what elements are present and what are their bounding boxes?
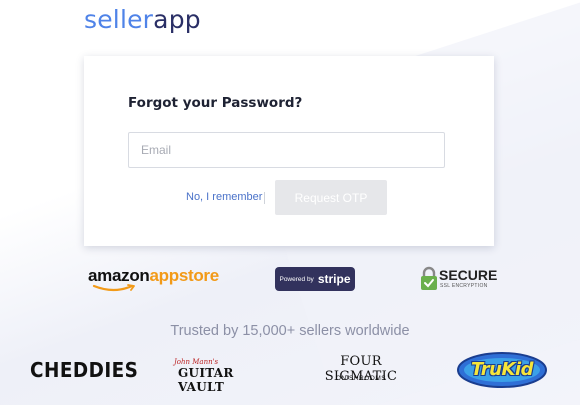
trukid-logo: TruKid xyxy=(456,350,548,390)
powered-by-stripe-badge: Powered by stripe xyxy=(275,267,355,291)
email-field[interactable] xyxy=(128,132,445,168)
cheddies-logo: CHEDDIES xyxy=(30,358,139,382)
guitar-vault-small-text: John Mann's xyxy=(174,358,219,366)
guitar-vault-big-text: GUITAR VAULT xyxy=(178,366,234,394)
logo-app-text: app xyxy=(153,5,201,34)
secure-ssl-badge: SECURE SSL ENCRYPTION xyxy=(420,266,500,294)
stripe-prefix: Powered by xyxy=(279,275,314,283)
trukid-text: TruKid xyxy=(471,359,534,380)
page-title: Forgot your Password? xyxy=(128,95,303,111)
forgot-password-card: Forgot your Password? No, I remember Req… xyxy=(84,56,494,246)
appstore-text: appstore xyxy=(149,266,220,285)
trusted-by-text: Trusted by 15,000+ sellers worldwide xyxy=(170,323,410,339)
secure-subtitle: SSL ENCRYPTION xyxy=(440,283,488,289)
amazon-smile-icon xyxy=(92,284,135,292)
stripe-name: stripe xyxy=(317,272,351,286)
secure-title: SECURE xyxy=(439,267,498,283)
amazon-text: amazon xyxy=(88,266,150,285)
amazon-appstore-badge: amazonappstore xyxy=(88,266,228,296)
divider xyxy=(264,192,265,204)
request-otp-button[interactable]: Request OTP xyxy=(275,180,387,215)
logo-seller-text: seller xyxy=(84,5,154,34)
guitar-vault-logo: John Mann's GUITAR VAULT xyxy=(168,358,264,394)
four-sigmatic-logo: FOUR SIGMATIC ON SHROOMS xyxy=(313,352,409,386)
four-sigmatic-subtext: ON SHROOMS xyxy=(335,375,387,382)
sellerapp-logo[interactable]: sellerapp xyxy=(84,5,201,34)
lock-check-icon xyxy=(421,266,437,290)
remember-link[interactable]: No, I remember xyxy=(186,191,262,203)
